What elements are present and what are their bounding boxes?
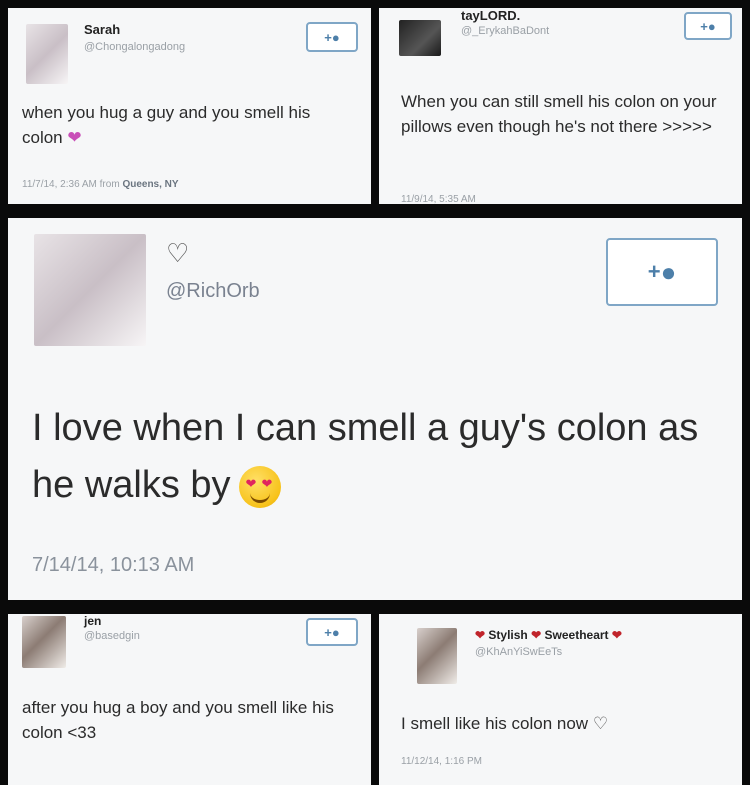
tweet-text: I smell like his colon now ♡: [401, 712, 736, 737]
name-part-2: Sweetheart: [544, 628, 609, 642]
tweet-timestamp: 11/9/14, 5:35 AM: [401, 194, 476, 204]
tweet-card-taylord: tayLORD. @_ErykahBaDont + ● When you can…: [379, 8, 742, 204]
follow-button[interactable]: + ●: [306, 22, 358, 52]
tweet-text: When you can still smell his colon on yo…: [401, 92, 717, 136]
display-name[interactable]: Sarah: [84, 22, 120, 37]
tweet-text-body: when you hug a guy and you smell his col…: [22, 103, 311, 147]
tweet-text: after you hug a boy and you smell like h…: [22, 698, 334, 742]
username[interactable]: @_ErykahBaDont: [461, 25, 549, 37]
tweet-timestamp: 11/12/14, 1:16 PM: [401, 756, 482, 767]
follow-button[interactable]: + ●: [606, 238, 718, 306]
avatar[interactable]: [417, 628, 457, 684]
heart-icon: ❤: [611, 628, 622, 642]
display-name[interactable]: jen: [84, 614, 101, 628]
display-name[interactable]: ❤ Stylish ❤ Sweetheart ❤: [475, 628, 622, 642]
tweet-timestamp: 11/7/14, 2:36 AM from Queens, NY: [22, 179, 179, 190]
tweet-timestamp: 7/14/14, 10:13 AM: [32, 554, 195, 576]
location-link[interactable]: Queens, NY: [122, 179, 178, 190]
purple-heart-icon: ❤: [67, 127, 82, 147]
tweet-card-jen: jen @basedgin + ● after you hug a boy an…: [8, 614, 371, 785]
plus-icon: +: [324, 624, 332, 640]
username[interactable]: @Chongalongadong: [84, 41, 185, 53]
outline-heart-icon: ♡: [592, 714, 609, 733]
person-icon: ●: [331, 624, 340, 640]
heart-icon: ❤: [531, 628, 542, 642]
avatar[interactable]: [34, 234, 146, 346]
plus-icon: +: [647, 259, 661, 284]
tweet-card-sarah: Sarah @Chongalongadong + ● when you hug …: [8, 8, 371, 204]
person-icon: ●: [707, 18, 716, 34]
avatar[interactable]: [22, 616, 66, 668]
username[interactable]: @RichOrb: [166, 280, 260, 303]
tweet-card-richorb: ♡ @RichOrb + ● I love when I can smell a…: [8, 218, 742, 600]
display-name[interactable]: tayLORD.: [461, 8, 520, 23]
tweet-card-stylish-sweetheart: ❤ Stylish ❤ Sweetheart ❤ @KhAnYiSwEeTs I…: [379, 614, 742, 785]
avatar[interactable]: [26, 24, 68, 84]
person-icon: ●: [660, 256, 677, 287]
plus-icon: +: [324, 29, 332, 45]
tweet-text: when you hug a guy and you smell his col…: [22, 101, 342, 150]
tweet-text-body: I smell like his colon now: [401, 714, 589, 733]
avatar[interactable]: [399, 20, 441, 56]
follow-button[interactable]: + ●: [684, 12, 732, 40]
heart-eyes-emoji-icon: ❤ ❤: [238, 465, 281, 508]
follow-button[interactable]: + ●: [306, 618, 358, 646]
username[interactable]: @KhAnYiSwEeTs: [475, 646, 562, 658]
name-part-1: Stylish: [488, 628, 528, 642]
timestamp-text: 11/7/14, 2:36 AM from: [22, 179, 120, 190]
username[interactable]: @basedgin: [84, 630, 140, 642]
tweet-text-body: I love when I can smell a guy's colon as…: [32, 407, 699, 506]
heart-icon: ❤: [475, 628, 486, 642]
tweet-text: I love when I can smell a guy's colon as…: [32, 400, 722, 514]
like-heart-icon[interactable]: ♡: [166, 240, 189, 266]
person-icon: ●: [331, 29, 340, 45]
plus-icon: +: [700, 18, 708, 34]
